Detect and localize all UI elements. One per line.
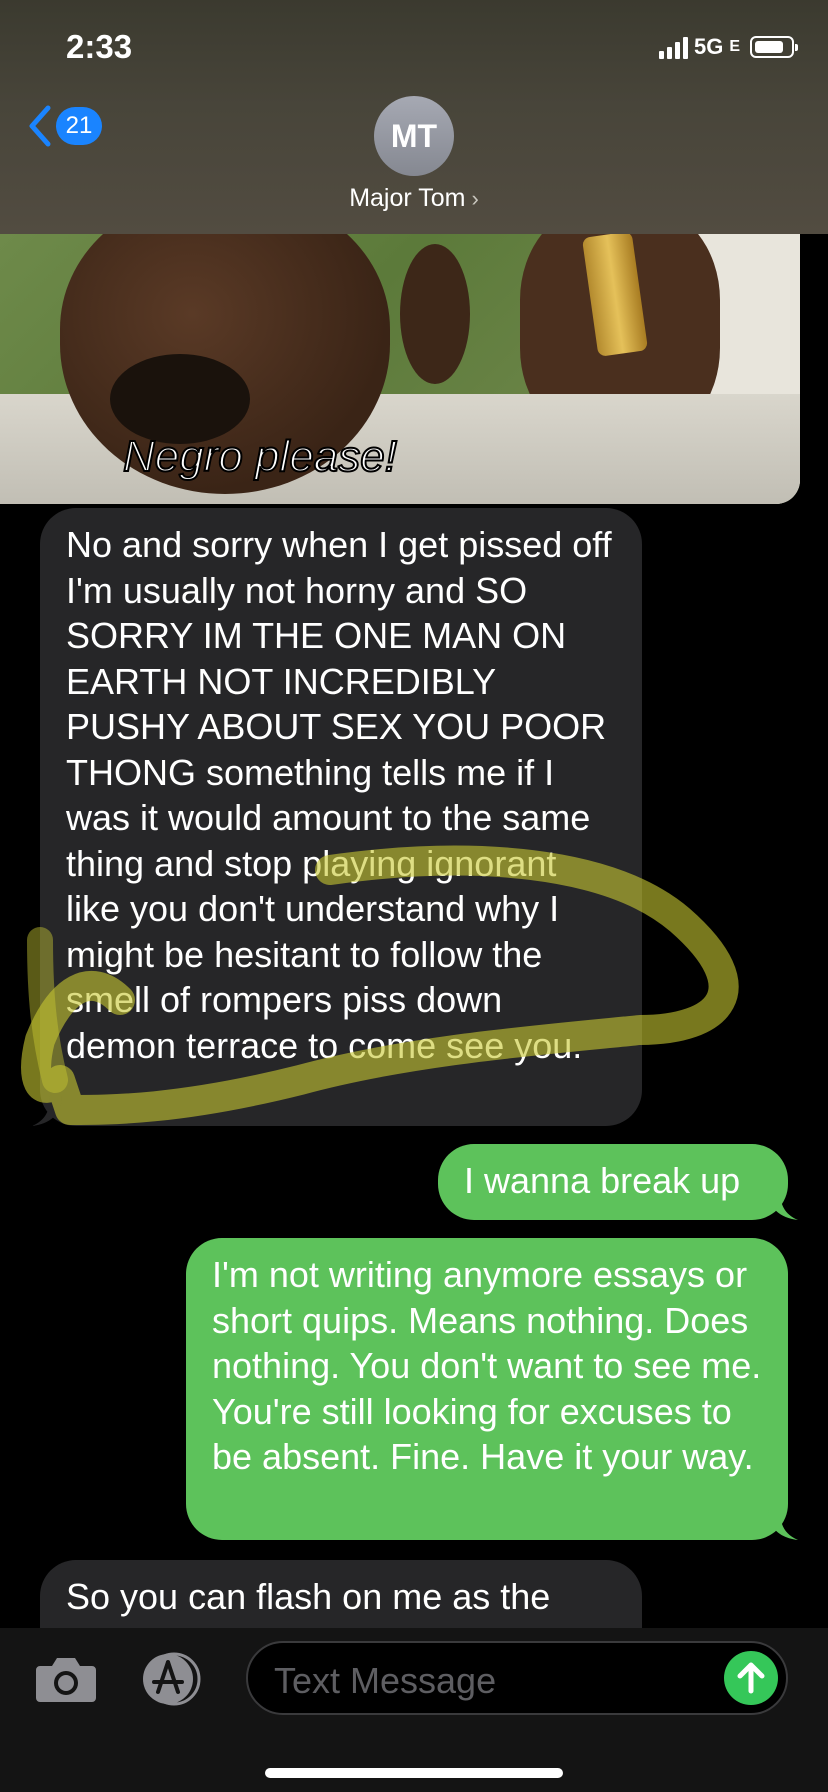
message-bubble-outgoing[interactable]: I wanna break up — [438, 1144, 798, 1220]
gif-beard — [110, 354, 250, 444]
home-indicator — [265, 1768, 563, 1778]
contact-name-button[interactable]: Major Tom › — [0, 184, 828, 213]
gif-caption: Negro please! — [122, 431, 398, 482]
status-indicators: 5G E — [658, 34, 798, 60]
message-bubble-outgoing[interactable]: I'm not writing anymore essays or short … — [186, 1238, 798, 1540]
message-text: No and sorry when I get pissed off I'm u… — [66, 524, 612, 1066]
message-text: I'm not writing anymore essays or short … — [212, 1254, 762, 1477]
text-message-placeholder: Text Message — [274, 1660, 497, 1701]
gif-ear — [400, 244, 470, 384]
message-composer: Text Message — [0, 1628, 828, 1792]
message-text: I wanna break up — [464, 1160, 741, 1201]
camera-icon — [36, 1658, 96, 1702]
avatar[interactable]: MT — [374, 96, 454, 176]
status-time: 2:33 — [66, 28, 133, 65]
unread-count-badge: 21 — [56, 107, 102, 145]
battery-icon — [750, 36, 798, 58]
message-bubble-incoming[interactable]: No and sorry when I get pissed off I'm u… — [32, 508, 642, 1126]
camera-button[interactable] — [34, 1654, 98, 1709]
text-message-input[interactable]: Text Message — [246, 1641, 788, 1715]
gif-attachment[interactable]: Negro please! — [0, 234, 800, 504]
arrow-up-icon — [737, 1662, 765, 1694]
contact-name: Major Tom — [349, 184, 466, 212]
conversation-header: 2:33 5G E 21 MT Major Tom › — [0, 0, 828, 234]
bubble-tail — [32, 1096, 62, 1126]
app-store-button[interactable] — [138, 1652, 212, 1711]
network-type: 5G — [693, 34, 724, 59]
chevron-left-icon — [29, 105, 51, 147]
chevron-right-icon: › — [471, 186, 479, 211]
bubble-tail — [768, 1510, 798, 1540]
send-button[interactable] — [724, 1651, 778, 1705]
message-text: So you can flash on me as the — [66, 1576, 551, 1617]
back-button[interactable]: 21 — [26, 104, 102, 148]
app-store-icon — [143, 1652, 201, 1706]
bubble-tail — [768, 1190, 798, 1220]
signal-bars-icon — [658, 35, 688, 59]
network-suffix: E — [729, 38, 740, 55]
